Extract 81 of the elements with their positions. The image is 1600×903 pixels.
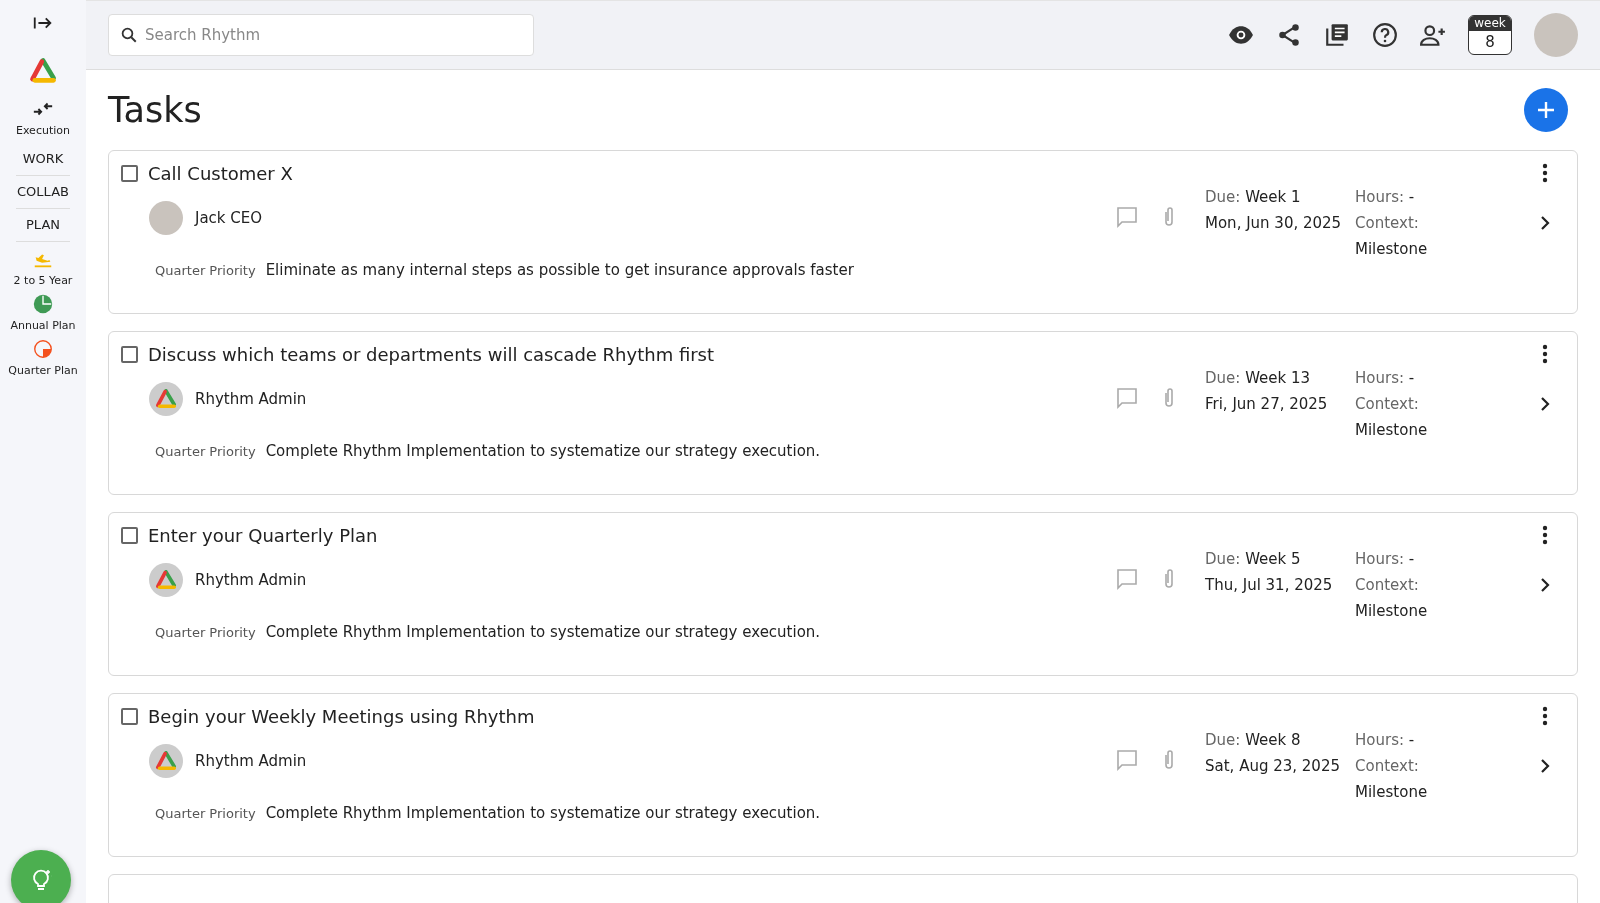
- due-label: Due:: [1205, 731, 1241, 749]
- more-icon[interactable]: [1542, 706, 1548, 726]
- add-button[interactable]: [1524, 88, 1568, 132]
- context-value: Milestone: [1355, 601, 1428, 621]
- priority-label: Quarter Priority: [154, 263, 256, 278]
- share-icon[interactable]: [1276, 22, 1302, 48]
- priority-label: Quarter Priority: [154, 625, 256, 640]
- nav-label[interactable]: 2 to 5 Year: [13, 274, 73, 287]
- section-link[interactable]: WORK: [16, 143, 70, 176]
- help-icon[interactable]: [1372, 22, 1398, 48]
- priority-text: Complete Rhythm Implementation to systematize our strategy execution.: [265, 442, 821, 460]
- due-week: Week 5: [1245, 550, 1301, 568]
- checkbox[interactable]: [121, 526, 138, 544]
- assignee-name: Rhythm Admin: [195, 571, 307, 589]
- due-date: Sat, Aug 23, 2025: [1205, 756, 1340, 776]
- plus-icon: [1536, 100, 1556, 120]
- priority-text: Complete Rhythm Implementation to systematize our strategy execution.: [265, 804, 821, 822]
- due-week: Week 1: [1245, 188, 1301, 206]
- due-date: Fri, Jun 27, 2025: [1205, 394, 1328, 414]
- chevron-right-icon[interactable]: [1539, 396, 1551, 412]
- chevron-right-icon[interactable]: [1539, 215, 1551, 231]
- priority-label: Quarter Priority: [154, 444, 256, 459]
- priority-label: Quarter Priority: [154, 806, 256, 821]
- task-title[interactable]: Begin your Weekly Meetings using Rhythm: [148, 705, 535, 727]
- section-link[interactable]: PLAN: [16, 209, 70, 242]
- due-label: Due:: [1205, 369, 1241, 387]
- assignee-name: Rhythm Admin: [195, 390, 307, 408]
- checkbox[interactable]: [121, 164, 138, 182]
- avatar: [149, 201, 183, 235]
- priority-text: Complete Rhythm Implementation to systematize our strategy execution.: [265, 623, 821, 641]
- nav-label[interactable]: Quarter Plan: [8, 364, 78, 377]
- more-icon[interactable]: [1542, 163, 1548, 183]
- context-label: Context:: [1355, 756, 1419, 776]
- context-label: Context:: [1355, 213, 1419, 233]
- triangle-logo-icon: [29, 58, 57, 84]
- nav-label[interactable]: Annual Plan: [10, 319, 76, 332]
- assignee-name: Jack CEO: [195, 209, 263, 227]
- add-person-icon[interactable]: [1420, 22, 1446, 48]
- triangle-logo-icon: [155, 389, 177, 409]
- context-label: Context:: [1355, 575, 1419, 595]
- task-title[interactable]: Discuss which teams or departments will cascade Rhythm first: [148, 343, 715, 365]
- quarter-pie-icon[interactable]: [32, 338, 54, 360]
- due-label: Due:: [1205, 550, 1241, 568]
- more-icon[interactable]: [1542, 344, 1548, 364]
- due-date: Thu, Jul 31, 2025: [1205, 575, 1333, 595]
- hours-value: -: [1408, 550, 1415, 568]
- chevron-right-icon[interactable]: [1539, 577, 1551, 593]
- triangle-logo-icon: [155, 570, 177, 590]
- hours-label: Hours:: [1355, 550, 1404, 568]
- more-icon[interactable]: [1542, 525, 1548, 545]
- context-label: Context:: [1355, 394, 1419, 414]
- due-label: Due:: [1205, 188, 1241, 206]
- context-value: Milestone: [1355, 420, 1428, 440]
- hours-label: Hours:: [1355, 188, 1404, 206]
- lightbulb-button[interactable]: [11, 850, 71, 903]
- triangle-logo-icon: [155, 751, 177, 771]
- hours-value: -: [1408, 369, 1415, 387]
- due-week: Week 13: [1245, 369, 1311, 387]
- context-value: Milestone: [1355, 782, 1428, 802]
- page-title: Tasks: [108, 90, 202, 130]
- assignee-name: Rhythm Admin: [195, 752, 307, 770]
- checkbox[interactable]: [121, 345, 138, 363]
- hours-value: -: [1408, 188, 1415, 206]
- hours-value: -: [1408, 731, 1415, 749]
- week-badge[interactable]: week 8: [1468, 15, 1512, 55]
- checkbox[interactable]: [121, 707, 138, 725]
- context-value: Milestone: [1355, 239, 1428, 259]
- due-date: Mon, Jun 30, 2025: [1205, 213, 1342, 233]
- task-title[interactable]: Enter your Quarterly Plan: [148, 524, 378, 546]
- hours-label: Hours:: [1355, 731, 1404, 749]
- pie-chart-icon[interactable]: [32, 293, 54, 315]
- search-icon: [120, 26, 138, 44]
- nav-label[interactable]: Execution: [16, 124, 70, 137]
- priority-text: Eliminate as many internal steps as possible to get insurance approvals faster: [265, 261, 854, 279]
- documents-icon[interactable]: [1324, 22, 1350, 48]
- search-field[interactable]: Search Rhythm: [108, 14, 534, 56]
- due-week: Week 8: [1245, 731, 1301, 749]
- chevron-right-icon[interactable]: [1539, 758, 1551, 774]
- hours-label: Hours:: [1355, 369, 1404, 387]
- task-title[interactable]: Call Customer X: [148, 162, 293, 184]
- section-link[interactable]: COLLAB: [16, 176, 70, 209]
